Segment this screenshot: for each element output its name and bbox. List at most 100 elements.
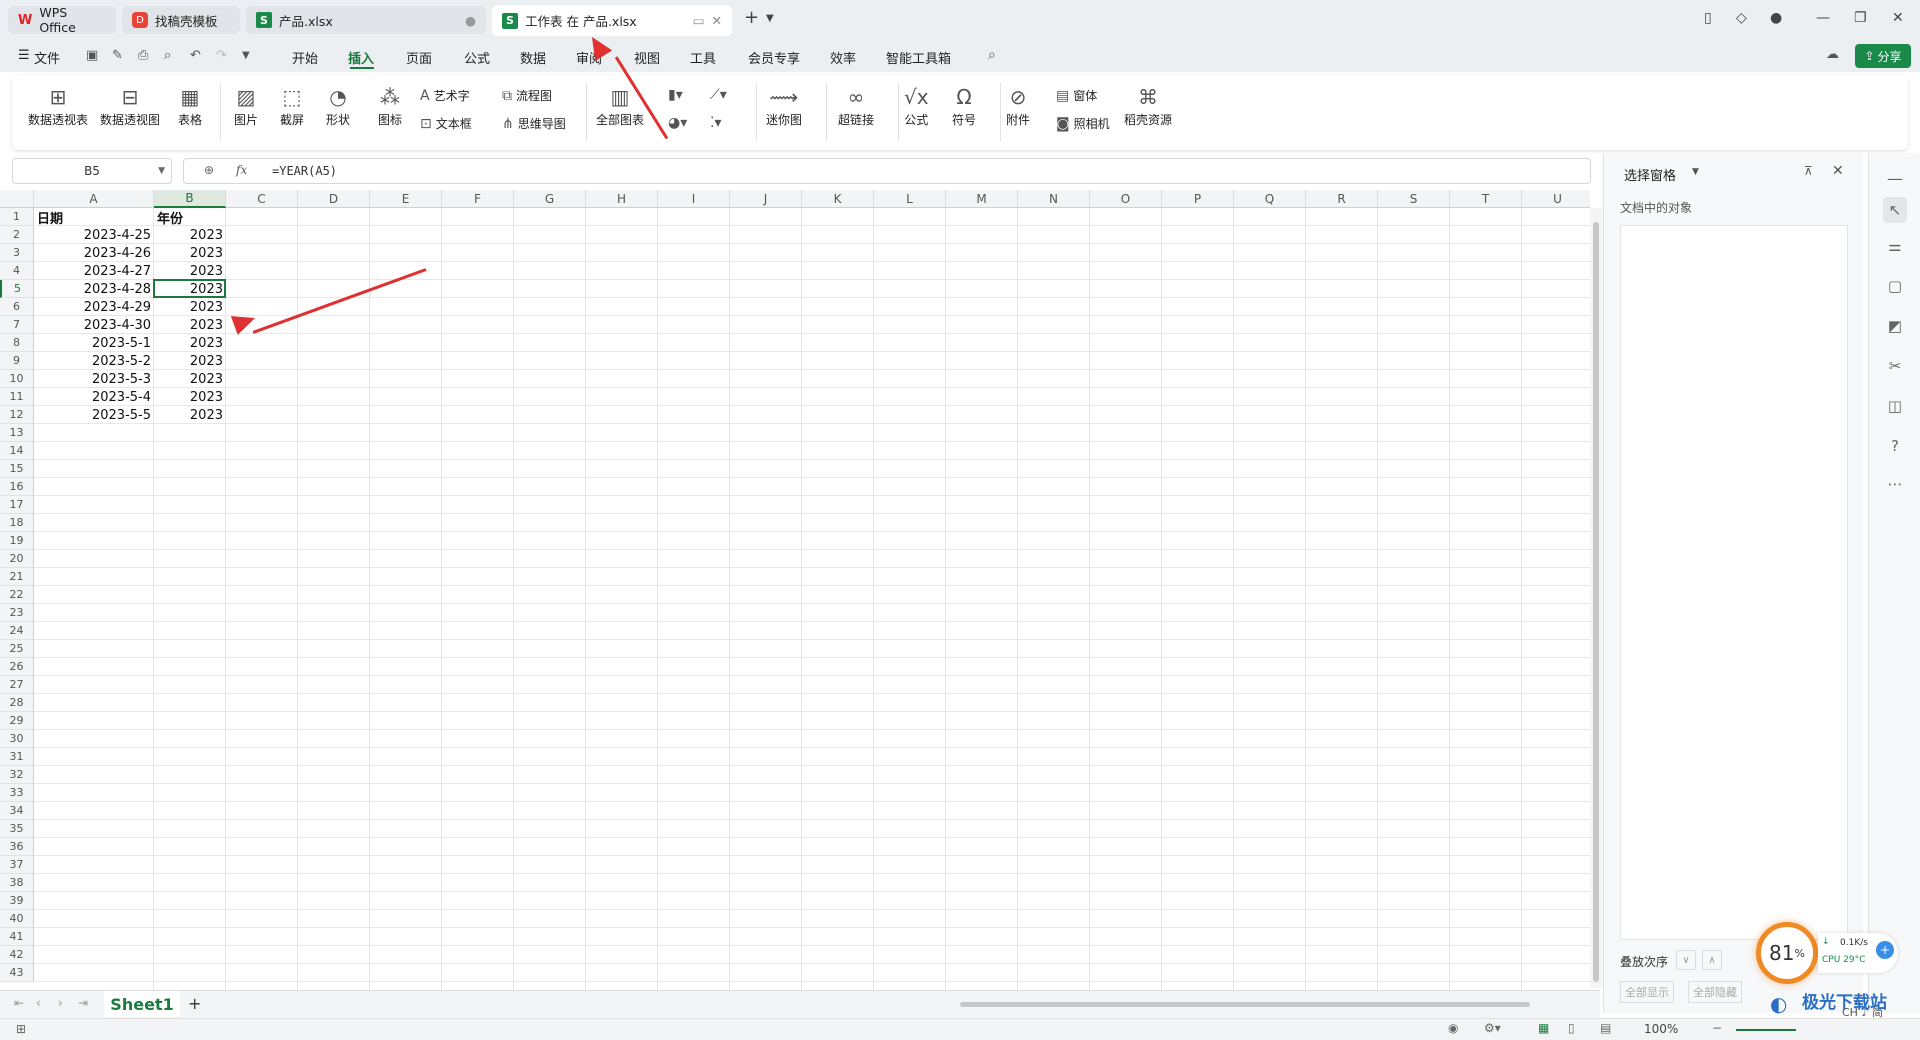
column-header-l[interactable]: L [874,190,946,208]
row-header[interactable]: 10 [0,370,34,388]
row-header[interactable]: 6 [0,298,34,316]
column-header-n[interactable]: N [1018,190,1090,208]
undo-icon[interactable]: ↶ [190,48,201,63]
settings-icon[interactable]: ⚙▾ [1484,1021,1501,1035]
more-icon[interactable]: ⋯ [1883,475,1907,493]
row-header[interactable]: 24 [0,622,34,640]
close-window-icon[interactable]: ✕ [1892,10,1904,26]
show-all-button[interactable]: 全部显示 [1620,981,1674,1003]
tab-docer-templates[interactable]: D 找稿壳模板 [122,6,240,34]
row-header[interactable]: 9 [0,352,34,370]
row-header[interactable]: 23 [0,604,34,622]
table-cell[interactable]: 2023 [154,388,226,406]
row-header[interactable]: 28 [0,694,34,712]
chevron-down-icon[interactable]: ▼ [158,166,165,176]
preview-icon[interactable]: ⌕ [164,48,171,63]
table-cell[interactable]: 2023-4-26 [34,244,154,262]
pivot-chart-button[interactable]: ⊟ 数据透视图 [100,83,160,128]
table-cell[interactable]: 2023 [154,226,226,244]
menu-home[interactable]: 开始 [292,48,318,67]
column-header-b[interactable]: B [154,190,226,208]
performance-gauge[interactable]: 81 % [1756,922,1818,984]
table-cell[interactable]: 2023 [154,244,226,262]
tab-worksheet-active[interactable]: S 工作表 在 产品.xlsx ▭ ✕ [492,5,732,36]
pie-chart-icon[interactable]: ◕▾ [668,115,687,131]
column-header-k[interactable]: K [802,190,874,208]
row-header[interactable]: 5 [0,280,34,298]
page-break-icon[interactable]: ▤ [1600,1021,1611,1035]
sliders-icon[interactable]: ⚌ [1883,237,1907,255]
table-cell[interactable]: 2023-5-1 [34,334,154,352]
row-header[interactable]: 33 [0,784,34,802]
menu-page[interactable]: 页面 [406,48,432,67]
table-cell[interactable]: 2023-4-28 [34,280,154,298]
table-cell[interactable]: 2023-4-25 [34,226,154,244]
formula-field[interactable]: ⊕ fx =YEAR(A5) [183,158,1591,184]
menu-data[interactable]: 数据 [520,48,546,67]
mindmap-button[interactable]: ⋔ 思维导图 [502,115,566,132]
help-icon[interactable]: ? [1883,437,1907,455]
vertical-scrollbar[interactable] [1590,208,1602,988]
row-header[interactable]: 37 [0,856,34,874]
column-chart-icon[interactable]: ▮▾ [668,87,683,103]
column-header-d[interactable]: D [298,190,370,208]
row-header[interactable]: 14 [0,442,34,460]
last-sheet-icon[interactable]: ⇥ [78,996,88,1010]
row-header[interactable]: 17 [0,496,34,514]
row-header[interactable]: 41 [0,928,34,946]
table-cell[interactable]: 2023-4-29 [34,298,154,316]
menu-tools[interactable]: 工具 [690,48,716,67]
move-down-icon[interactable]: ∨ [1676,950,1696,970]
row-header[interactable]: 15 [0,460,34,478]
row-header[interactable]: 35 [0,820,34,838]
select-all-corner[interactable] [0,190,34,208]
book-icon[interactable]: ◫ [1883,397,1907,415]
minimize-panel-icon[interactable]: — [1883,169,1907,188]
chevron-down-icon[interactable]: ▼ [766,13,774,24]
row-header[interactable]: 21 [0,568,34,586]
attachment-button[interactable]: ⊘ 附件 [1006,83,1030,128]
zoom-icon[interactable]: ⊕ [204,163,214,177]
line-chart-icon[interactable]: ⟋▾ [710,87,727,103]
column-header-r[interactable]: R [1306,190,1378,208]
row-header[interactable]: 31 [0,748,34,766]
row-header[interactable]: 29 [0,712,34,730]
row-header[interactable]: 16 [0,478,34,496]
close-tab-icon[interactable]: ✕ [712,13,722,28]
hyperlink-button[interactable]: ∞ 超链接 [838,83,874,128]
sheet-tab-sheet1[interactable]: Sheet1 [104,991,180,1017]
row-header[interactable]: 19 [0,532,34,550]
save-icon[interactable]: ▣ [86,48,98,63]
first-sheet-icon[interactable]: ⇤ [14,996,24,1010]
table-cell[interactable]: 2023-4-30 [34,316,154,334]
next-sheet-icon[interactable]: › [58,996,63,1010]
column-header-q[interactable]: Q [1234,190,1306,208]
camera-button[interactable]: ◙ 照相机 [1056,115,1110,132]
menu-view[interactable]: 视图 [634,48,660,67]
column-header-o[interactable]: O [1090,190,1162,208]
table-cell[interactable]: 2023-5-3 [34,370,154,388]
row-header[interactable]: 8 [0,334,34,352]
menu-efficiency[interactable]: 效率 [830,48,856,67]
row-header[interactable]: 20 [0,550,34,568]
row-header[interactable]: 22 [0,586,34,604]
tab-product-xlsx[interactable]: S 产品.xlsx ● [246,6,486,34]
screenshot-button[interactable]: ⬚ 截屏 [280,83,304,128]
comment-icon[interactable]: ▢ [1883,277,1907,295]
menu-smart-toolbox[interactable]: 智能工具箱 [886,48,951,67]
search-icon[interactable]: ⌕ [988,47,996,63]
spreadsheet-grid[interactable]: A B C D E F G H I J K L M N O P Q R S T U 1 2 3 4 5 6 7 8 9 10 11 12 13 14… [0,190,1590,990]
cursor-icon[interactable]: ↖ [1883,197,1907,223]
table-cell[interactable]: 2023 [154,334,226,352]
menu-formula[interactable]: 公式 [464,48,490,67]
picture-button[interactable]: ▨ 图片 [234,83,258,128]
table-cell[interactable]: 2023-4-27 [34,262,154,280]
wordart-button[interactable]: A 艺术字 [420,87,470,104]
table-cell[interactable]: 2023-5-5 [34,406,154,424]
paint-icon[interactable]: ✎ [112,48,123,63]
print-icon[interactable]: ⎙ [138,48,148,63]
cube-icon[interactable]: ◇ [1736,10,1747,26]
table-cell[interactable]: 2023 [154,406,226,424]
table-cell[interactable]: 年份 [154,208,226,227]
row-header[interactable]: 13 [0,424,34,442]
